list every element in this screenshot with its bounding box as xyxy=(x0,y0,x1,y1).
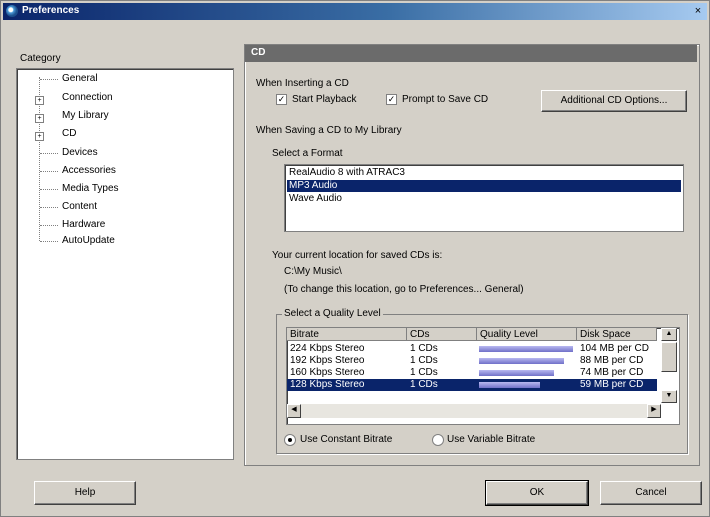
cds-cell: 1 CDs xyxy=(410,379,438,390)
expand-icon[interactable]: + xyxy=(35,96,44,105)
cds-cell: 1 CDs xyxy=(410,343,438,354)
scrollbar-thumb[interactable] xyxy=(661,342,677,372)
column-header[interactable]: Disk Space xyxy=(577,328,657,341)
scroll-right-icon[interactable]: ▶ xyxy=(647,404,661,418)
quality-label: Select a Quality Level xyxy=(282,308,383,319)
category-tree[interactable]: General + Connection + My Library + CD D… xyxy=(16,68,234,460)
column-header[interactable]: CDs xyxy=(407,328,477,341)
format-option[interactable]: RealAudio 8 with ATRAC3 xyxy=(287,167,681,179)
scroll-left-icon[interactable]: ◀ xyxy=(287,404,301,418)
expand-icon[interactable]: + xyxy=(35,114,44,123)
quality-bar xyxy=(479,370,554,376)
window-title: Preferences xyxy=(22,5,80,16)
constant-bitrate-label[interactable]: Use Constant Bitrate xyxy=(300,434,392,445)
category-item-accessories[interactable]: Accessories xyxy=(62,165,116,177)
start-playback-label[interactable]: Start Playback xyxy=(292,94,356,105)
start-playback-checkbox[interactable]: ✓ xyxy=(276,94,287,105)
table-row-selected[interactable]: 128 Kbps Stereo 1 CDs 59 MB per CD xyxy=(287,379,657,391)
disk-space-cell: 88 MB per CD xyxy=(580,355,644,366)
prompt-save-label[interactable]: Prompt to Save CD xyxy=(402,94,488,105)
horizontal-scrollbar-track[interactable] xyxy=(287,404,661,418)
category-item-my-library[interactable]: My Library xyxy=(62,110,109,122)
variable-bitrate-label[interactable]: Use Variable Bitrate xyxy=(447,434,535,445)
format-listbox[interactable]: RealAudio 8 with ATRAC3 MP3 Audio Wave A… xyxy=(284,164,684,232)
bitrate-cell: 192 Kbps Stereo xyxy=(290,355,365,366)
select-format-label: Select a Format xyxy=(272,148,343,159)
tree-guide-line xyxy=(40,207,58,208)
table-row[interactable]: 160 Kbps Stereo 1 CDs 74 MB per CD xyxy=(287,367,657,379)
category-item-content[interactable]: Content xyxy=(62,201,97,213)
bitrate-cell: 224 Kbps Stereo xyxy=(290,343,365,354)
category-item-cd[interactable]: CD xyxy=(62,128,76,140)
tree-guide-line xyxy=(40,171,58,172)
tree-guide-line xyxy=(40,79,58,80)
column-header[interactable]: Quality Level xyxy=(477,328,577,341)
help-button[interactable]: Help xyxy=(34,481,136,505)
quality-bar xyxy=(479,346,573,352)
category-item-media-types[interactable]: Media Types xyxy=(62,183,119,195)
category-item-devices[interactable]: Devices xyxy=(62,147,98,159)
category-item-connection[interactable]: Connection xyxy=(62,92,113,104)
close-icon[interactable]: × xyxy=(691,4,705,18)
tree-guide-line xyxy=(40,189,58,190)
app-icon xyxy=(6,5,18,17)
panel-title: CD xyxy=(251,47,266,58)
variable-bitrate-radio[interactable] xyxy=(432,434,444,446)
cds-cell: 1 CDs xyxy=(410,367,438,378)
tree-guide-line xyxy=(40,153,58,154)
tree-guide-line xyxy=(40,225,58,226)
bitrate-cell: 160 Kbps Stereo xyxy=(290,367,365,378)
constant-bitrate-radio[interactable] xyxy=(284,434,296,446)
scroll-down-icon[interactable]: ▼ xyxy=(661,390,677,403)
table-row[interactable]: 192 Kbps Stereo 1 CDs 88 MB per CD xyxy=(287,355,657,367)
inserting-cd-label: When Inserting a CD xyxy=(256,78,349,89)
format-option-selected[interactable]: MP3 Audio xyxy=(287,180,681,192)
cancel-button[interactable]: Cancel xyxy=(600,481,702,505)
scroll-up-icon[interactable]: ▲ xyxy=(661,328,677,341)
category-item-general[interactable]: General xyxy=(62,73,98,85)
column-header[interactable]: Bitrate xyxy=(287,328,407,341)
quality-table[interactable]: Bitrate CDs Quality Level Disk Space 224… xyxy=(286,327,680,425)
disk-space-cell: 74 MB per CD xyxy=(580,367,644,378)
table-row[interactable]: 224 Kbps Stereo 1 CDs 104 MB per CD xyxy=(287,343,657,355)
panel-header: CD xyxy=(245,45,697,62)
location-hint: (To change this location, go to Preferen… xyxy=(284,284,524,295)
prompt-save-checkbox[interactable]: ✓ xyxy=(386,94,397,105)
category-item-autoupdate[interactable]: AutoUpdate xyxy=(62,235,115,247)
saving-cd-label: When Saving a CD to My Library xyxy=(256,125,402,136)
disk-space-cell: 59 MB per CD xyxy=(580,379,644,390)
category-item-hardware[interactable]: Hardware xyxy=(62,219,105,231)
expand-icon[interactable]: + xyxy=(35,132,44,141)
cds-cell: 1 CDs xyxy=(410,355,438,366)
quality-bar xyxy=(479,358,564,364)
tree-guide-line xyxy=(40,241,58,242)
quality-bar xyxy=(479,382,540,388)
location-path: C:\My Music\ xyxy=(284,266,342,277)
ok-button[interactable]: OK xyxy=(485,480,589,506)
title-bar[interactable]: Preferences × xyxy=(3,3,707,20)
bitrate-cell: 128 Kbps Stereo xyxy=(290,379,365,390)
location-label: Your current location for saved CDs is: xyxy=(272,250,443,261)
disk-space-cell: 104 MB per CD xyxy=(580,343,649,354)
category-label: Category xyxy=(20,53,61,64)
format-option[interactable]: Wave Audio xyxy=(287,193,681,205)
additional-cd-options-button[interactable]: Additional CD Options... xyxy=(541,90,687,112)
